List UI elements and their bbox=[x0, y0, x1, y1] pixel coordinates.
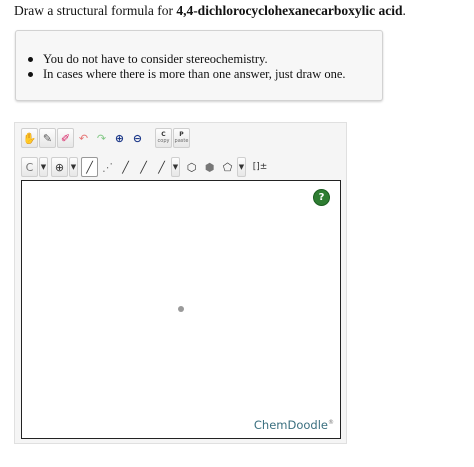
eraser-tool-button[interactable]: ✐ bbox=[57, 128, 74, 148]
element-dropdown[interactable]: ▼ bbox=[39, 157, 48, 177]
copy-button[interactable]: C copy bbox=[155, 128, 172, 148]
single-bond-button[interactable]: ╱ bbox=[81, 157, 98, 177]
bond-dropdown[interactable]: ▼ bbox=[171, 157, 180, 177]
cyclopentane-button[interactable]: ⬠ bbox=[219, 157, 236, 177]
hint-list: You do not have to consider stereochemis… bbox=[28, 52, 346, 82]
ring-dropdown[interactable]: ▼ bbox=[237, 157, 246, 177]
zoom-out-button[interactable]: ⊖ bbox=[129, 128, 146, 148]
wedge-bond-button[interactable]: ╱ bbox=[117, 157, 134, 177]
redo-button[interactable]: ↷ bbox=[93, 128, 110, 148]
chevron-down-icon: ▼ bbox=[172, 163, 179, 171]
eraser-icon: ✐ bbox=[60, 131, 71, 145]
question-prompt: Draw a structural formula for 4,4-dichlo… bbox=[14, 2, 406, 20]
copy-label: copy bbox=[157, 138, 170, 144]
help-icon[interactable]: ? bbox=[313, 189, 330, 206]
brand-name: ChemDoodle bbox=[253, 418, 328, 432]
pentagon-icon: ⬠ bbox=[222, 160, 233, 174]
canvas-center-dot bbox=[178, 306, 184, 312]
hint-item: You do not have to consider stereochemis… bbox=[28, 52, 346, 67]
element-label: C bbox=[25, 160, 34, 174]
hand-icon: ✋ bbox=[22, 131, 37, 145]
paste-label: paste bbox=[174, 138, 189, 144]
question-prefix: Draw a structural formula for bbox=[14, 3, 177, 18]
lasso-icon: ✎ bbox=[42, 131, 53, 145]
brand-mark: ® bbox=[328, 419, 334, 427]
chevron-down-icon: ▼ bbox=[238, 163, 245, 171]
chemdoodle-sketcher: ✋ ✎ ✐ ↶ ↷ ⊕ ⊖ C copy P paste C ▼ ⊕ ▼ ╱ ⋰… bbox=[14, 122, 347, 444]
cyclohexane-button[interactable]: ⬡ bbox=[183, 157, 200, 177]
charge-dropdown[interactable]: ▼ bbox=[69, 157, 78, 177]
chevron-down-icon: ▼ bbox=[40, 163, 47, 171]
bracket-charge-icon: []± bbox=[252, 162, 268, 172]
zoom-out-icon: ⊖ bbox=[132, 131, 143, 145]
zoom-in-icon: ⊕ bbox=[114, 131, 125, 145]
undo-button[interactable]: ↶ bbox=[75, 128, 92, 148]
redo-icon: ↷ bbox=[96, 131, 107, 145]
benzene-button[interactable]: ⬢ bbox=[201, 157, 218, 177]
compound-name: 4,4-dichlorocyclohexanecarboxylic acid bbox=[176, 3, 403, 18]
charge-plus-icon: ⊕ bbox=[54, 160, 65, 174]
hexagon-icon: ⬡ bbox=[186, 160, 197, 174]
wedge-bond-icon: ╱ bbox=[122, 160, 129, 174]
triple-bond-button[interactable]: ╱ bbox=[153, 157, 170, 177]
toolbar-row-2: C ▼ ⊕ ▼ ╱ ⋰ ╱ ╱ ╱ ▼ ⬡ ⬢ ⬠ ▼ []± bbox=[21, 156, 272, 178]
double-bond-button[interactable]: ╱ bbox=[135, 157, 152, 177]
chemdoodle-logo: ChemDoodle® bbox=[254, 418, 334, 432]
benzene-icon: ⬢ bbox=[204, 160, 215, 174]
single-bond-icon: ╱ bbox=[86, 160, 93, 174]
question-suffix: . bbox=[402, 3, 406, 18]
double-bond-icon: ╱ bbox=[140, 160, 147, 174]
toolbar-row-1: ✋ ✎ ✐ ↶ ↷ ⊕ ⊖ C copy P paste bbox=[21, 127, 191, 149]
chevron-down-icon: ▼ bbox=[70, 163, 77, 171]
triple-bond-icon: ╱ bbox=[158, 160, 165, 174]
lasso-tool-button[interactable]: ✎ bbox=[39, 128, 56, 148]
element-button[interactable]: C bbox=[21, 157, 38, 177]
bracket-button[interactable]: []± bbox=[249, 157, 271, 177]
drawing-canvas[interactable]: ? ChemDoodle® bbox=[21, 180, 341, 439]
pan-tool-button[interactable]: ✋ bbox=[21, 128, 38, 148]
dashed-bond-button[interactable]: ⋰ bbox=[99, 157, 116, 177]
undo-icon: ↶ bbox=[78, 131, 89, 145]
hint-item: In cases where there is more than one an… bbox=[28, 67, 346, 81]
charge-button[interactable]: ⊕ bbox=[51, 157, 68, 177]
zoom-in-button[interactable]: ⊕ bbox=[111, 128, 128, 148]
dashed-bond-icon: ⋰ bbox=[102, 160, 113, 174]
paste-button[interactable]: P paste bbox=[173, 128, 190, 148]
hint-box: You do not have to consider stereochemis… bbox=[15, 30, 383, 101]
help-label: ? bbox=[318, 192, 325, 203]
